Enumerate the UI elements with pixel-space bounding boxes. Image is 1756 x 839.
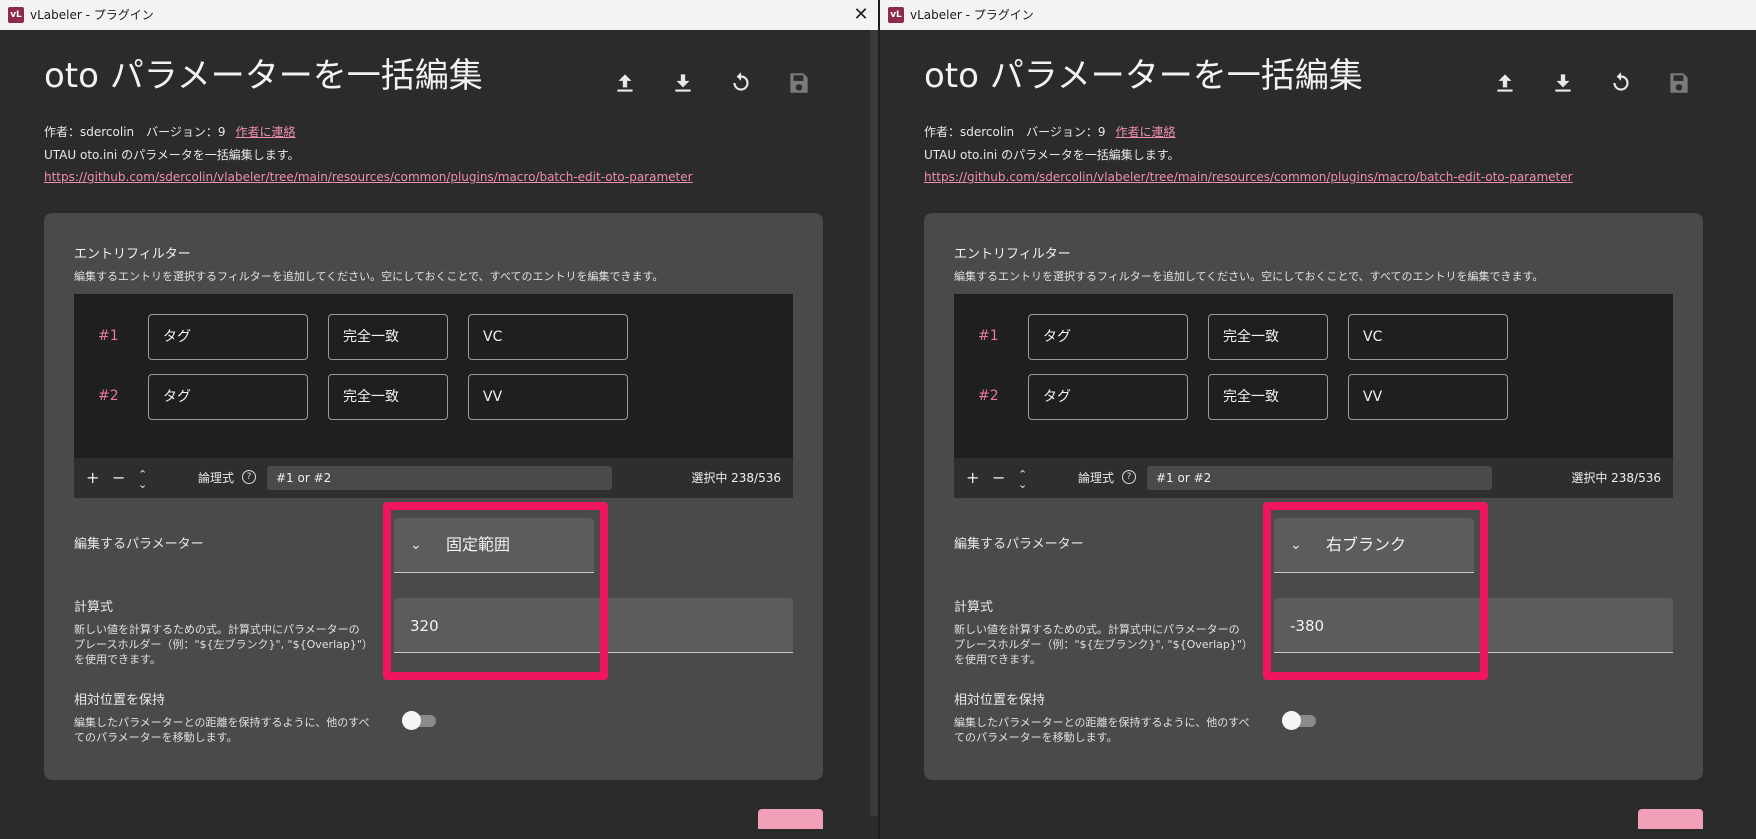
filter-field-select[interactable]: タグ [148, 374, 308, 420]
app-logo-icon: vL [8, 7, 24, 23]
help-icon[interactable]: ? [242, 470, 256, 484]
filter-toolbar: + − ⌃⌄ 論理式 ? #1 or #2 選択中 238/536 [74, 458, 793, 498]
close-button[interactable]: ✕ [850, 3, 872, 27]
author-info: 作者：sdercolin バージョン：9 作者に連絡 [924, 123, 1176, 141]
keep-relative-description: 編集したパラメーターとの距離を保持するように、他のすべてのパラメーターを移動しま… [954, 716, 1250, 744]
expression-description: 新しい値を計算するための式。計算式中にパラメーターのプレースホルダー（例："${… [954, 623, 1248, 666]
toggle-thumb [1282, 711, 1301, 730]
save-icon[interactable] [1666, 70, 1694, 98]
ok-button[interactable] [758, 809, 823, 829]
param-label: 編集するパラメーター [74, 537, 204, 552]
page-title: oto パラメーターを一括編集 [924, 56, 1363, 96]
reorder-icon[interactable]: ⌃⌄ [138, 469, 148, 490]
filter-match-select[interactable]: 完全一致 [328, 314, 448, 360]
expression-description: 新しい値を計算するための式。計算式中にパラメーターのプレースホルダー（例："${… [74, 623, 368, 666]
filter-value-input[interactable]: VV [468, 374, 628, 420]
expression-title: 計算式 [74, 600, 114, 615]
contact-author-link[interactable]: 作者に連絡 [236, 125, 296, 139]
window-title: vLabeler - プラグイン [30, 8, 154, 22]
filter-row: #1 タグ 完全一致 VC [74, 314, 793, 360]
filter-list: #1 タグ 完全一致 VC #2 タグ 完全一致 VV + − ⌃⌄ 論理式 ?… [954, 294, 1673, 498]
highlight-annotation [1263, 502, 1488, 680]
logic-expression-input[interactable]: #1 or #2 [1147, 466, 1492, 490]
keep-relative-description: 編集したパラメーターとの距離を保持するように、他のすべてのパラメーターを移動しま… [74, 716, 370, 744]
filter-index: #1 [98, 328, 119, 344]
contact-author-link[interactable]: 作者に連絡 [1116, 125, 1176, 139]
selected-count: 選択中 238/536 [691, 471, 781, 485]
author-info: 作者：sdercolin バージョン：9 作者に連絡 [44, 123, 296, 141]
filter-value-input[interactable]: VC [468, 314, 628, 360]
toggle-thumb [402, 711, 421, 730]
filter-index: #2 [978, 388, 999, 404]
author-version: 作者：sdercolin バージョン：9 [924, 125, 1106, 139]
filter-value-input[interactable]: VC [1348, 314, 1508, 360]
scrollbar[interactable] [870, 30, 878, 816]
download-icon[interactable] [1550, 70, 1578, 98]
filter-row: #2 タグ 完全一致 VV [954, 374, 1673, 420]
title-bar: vL vLabeler - プラグイン [880, 0, 1756, 30]
keep-relative-toggle[interactable] [1282, 710, 1316, 730]
author-version: 作者：sdercolin バージョン：9 [44, 125, 226, 139]
logic-expression-input[interactable]: #1 or #2 [267, 466, 612, 490]
action-toolbar [600, 70, 830, 98]
reset-icon[interactable] [728, 70, 756, 98]
filter-match-select[interactable]: 完全一致 [1208, 374, 1328, 420]
window-title: vLabeler - プラグイン [910, 8, 1034, 22]
help-icon[interactable]: ? [1122, 470, 1136, 484]
filter-field-select[interactable]: タグ [1028, 374, 1188, 420]
upload-icon[interactable] [612, 70, 640, 98]
ok-button[interactable] [1638, 809, 1703, 829]
reset-icon[interactable] [1608, 70, 1636, 98]
filter-index: #2 [98, 388, 119, 404]
upload-icon[interactable] [1492, 70, 1520, 98]
filter-field-select[interactable]: タグ [148, 314, 308, 360]
filter-list: #1 タグ 完全一致 VC #2 タグ 完全一致 VV + − ⌃⌄ 論理式 ?… [74, 294, 793, 498]
filter-index: #1 [978, 328, 999, 344]
selected-count: 選択中 238/536 [1571, 471, 1661, 485]
page-title: oto パラメーターを一括編集 [44, 56, 483, 96]
settings-panel: エントリフィルター 編集するエントリを選択するフィルターを追加してください。空に… [924, 213, 1703, 780]
filter-row: #1 タグ 完全一致 VC [954, 314, 1673, 360]
scrollbar[interactable] [1748, 30, 1756, 816]
logic-label: 論理式 [198, 471, 235, 485]
title-bar: vL vLabeler - プラグイン ✕ [0, 0, 878, 30]
filter-subtitle: 編集するエントリを選択するフィルターを追加してください。空にしておくことで、すべ… [954, 270, 1544, 283]
plugin-description: UTAU oto.ini のパラメータを一括編集します。 [44, 148, 300, 162]
keep-relative-title: 相対位置を保持 [74, 693, 166, 708]
filter-field-select[interactable]: タグ [1028, 314, 1188, 360]
highlight-annotation [383, 502, 608, 680]
add-filter-button[interactable]: + [86, 468, 99, 488]
filter-subtitle: 編集するエントリを選択するフィルターを追加してください。空にしておくことで、すべ… [74, 270, 664, 283]
keep-relative-toggle[interactable] [402, 710, 436, 730]
download-icon[interactable] [670, 70, 698, 98]
filter-title: エントリフィルター [74, 247, 191, 262]
expression-title: 計算式 [954, 600, 994, 615]
settings-panel: エントリフィルター 編集するエントリを選択するフィルターを追加してください。空に… [44, 213, 823, 780]
filter-title: エントリフィルター [954, 247, 1071, 262]
remove-filter-button[interactable]: − [112, 468, 125, 488]
filter-value-input[interactable]: VV [1348, 374, 1508, 420]
remove-filter-button[interactable]: − [992, 468, 1005, 488]
filter-match-select[interactable]: 完全一致 [328, 374, 448, 420]
plugin-url-link[interactable]: https://github.com/sdercolin/vlabeler/tr… [924, 168, 1573, 186]
param-label: 編集するパラメーター [954, 537, 1084, 552]
action-toolbar [1480, 70, 1710, 98]
reorder-icon[interactable]: ⌃⌄ [1018, 469, 1028, 490]
plugin-window-right: vL vLabeler - プラグイン oto パラメーターを一括編集 作者：s… [880, 0, 1756, 839]
plugin-url-link[interactable]: https://github.com/sdercolin/vlabeler/tr… [44, 168, 693, 186]
save-icon[interactable] [786, 70, 814, 98]
keep-relative-title: 相対位置を保持 [954, 693, 1046, 708]
filter-match-select[interactable]: 完全一致 [1208, 314, 1328, 360]
filter-row: #2 タグ 完全一致 VV [74, 374, 793, 420]
add-filter-button[interactable]: + [966, 468, 979, 488]
filter-toolbar: + − ⌃⌄ 論理式 ? #1 or #2 選択中 238/536 [954, 458, 1673, 498]
plugin-description: UTAU oto.ini のパラメータを一括編集します。 [924, 148, 1180, 162]
app-logo-icon: vL [888, 7, 904, 23]
logic-label: 論理式 [1078, 471, 1115, 485]
plugin-window-left: vL vLabeler - プラグイン ✕ oto パラメーターを一括編集 作者… [0, 0, 878, 839]
